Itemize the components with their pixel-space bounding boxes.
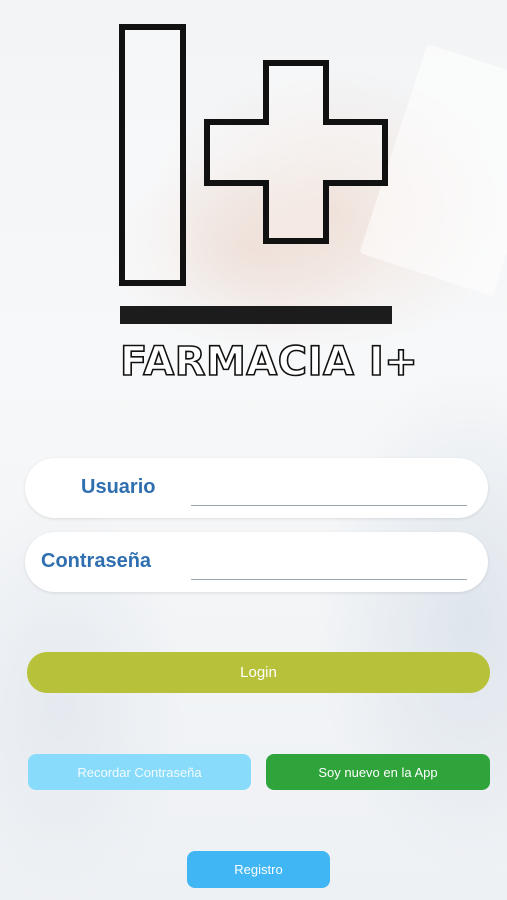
- brand-name: FARMACIA I+: [119, 338, 419, 386]
- remember-password-button[interactable]: Recordar Contraseña: [28, 754, 251, 790]
- username-input[interactable]: [191, 472, 467, 506]
- password-input[interactable]: [191, 546, 467, 580]
- logo-i-bar: [119, 24, 186, 286]
- logo-underline: [120, 306, 392, 324]
- username-field[interactable]: Usuario: [25, 458, 488, 518]
- new-user-button[interactable]: Soy nuevo en la App: [266, 754, 490, 790]
- password-label: Contraseña: [41, 550, 152, 572]
- password-field[interactable]: Contraseña: [25, 532, 488, 592]
- login-button[interactable]: Login: [27, 652, 490, 693]
- app-logo: FARMACIA I+: [0, 0, 507, 400]
- username-label: Usuario: [81, 476, 156, 498]
- register-button[interactable]: Registro: [187, 851, 330, 888]
- logo-plus: [204, 60, 388, 244]
